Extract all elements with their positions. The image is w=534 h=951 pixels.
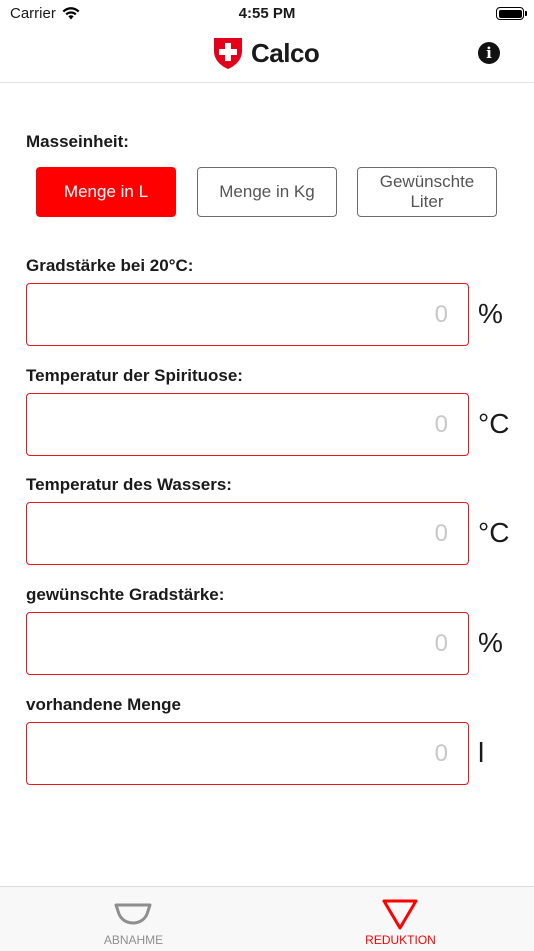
nav-bar: Calco i [0,30,534,83]
temperatur-spirituose-label: Temperatur der Spirituose: [26,366,243,385]
temperatur-wasser-unit: °C [478,517,510,548]
menge-in-l-label: Menge in L [63,182,149,201]
tab-reduktion[interactable]: REDUKTION [267,887,534,951]
battery-icon [496,7,527,20]
gewuenschte-liter-button[interactable]: Gewünschte Liter [357,167,497,217]
gewuenschte-liter-line2: Liter [410,192,444,211]
menge-in-kg-label: Menge in Kg [219,182,315,201]
tab-bar: ABNAHME REDUKTION [0,886,534,951]
tab-abnahme-label: ABNAHME [103,933,164,947]
gradstaerke-value: 0 [434,301,448,328]
status-time: 4:55 PM [238,5,296,22]
measure-unit-label: Masseinheit: [26,132,129,151]
temperatur-spirituose-input[interactable]: 0 [26,393,469,456]
gewuenschte-liter-label: Gewünschte Liter [380,172,475,212]
vorhandene-menge-unit: l [478,737,485,768]
gradstaerke-label: Gradstärke bei 20°C: [26,256,194,275]
vorhandene-menge-input[interactable]: 0 [26,722,469,785]
swiss-cross-shield-icon [214,38,242,69]
temperatur-spirituose-unit: °C [478,408,510,439]
vorhandene-menge-value: 0 [434,740,448,767]
info-icon[interactable]: i [478,42,500,64]
temperatur-wasser-value: 0 [434,520,448,547]
gewuenschte-gradstaerke-value: 0 [434,630,448,657]
triangle-down-icon [382,899,418,930]
tab-reduktion-label: REDUKTION [365,933,436,947]
gewuenschte-gradstaerke-unit: % [478,627,503,658]
status-bar: Carrier 4:55 PM [0,0,534,30]
gradstaerke-unit: % [478,298,503,329]
temperatur-spirituose-value: 0 [434,411,448,438]
brand: Calco [213,36,320,70]
gewuenschte-gradstaerke-label: gewünschte Gradstärke: [26,585,225,604]
gradstaerke-input[interactable]: 0 [26,283,469,346]
vorhandene-menge-label: vorhandene Menge [26,695,181,714]
temperatur-wasser-label: Temperatur des Wassers: [26,475,232,494]
app-title: Calco [251,37,320,68]
bowl-icon [114,903,152,925]
gewuenschte-gradstaerke-input[interactable]: 0 [26,612,469,675]
temperatur-wasser-input[interactable]: 0 [26,502,469,565]
tab-abnahme[interactable]: ABNAHME [0,887,267,951]
menge-in-kg-button[interactable]: Menge in Kg [197,167,337,217]
menge-in-l-button[interactable]: Menge in L [36,167,176,217]
gewuenschte-liter-line1: Gewünschte [379,172,475,191]
